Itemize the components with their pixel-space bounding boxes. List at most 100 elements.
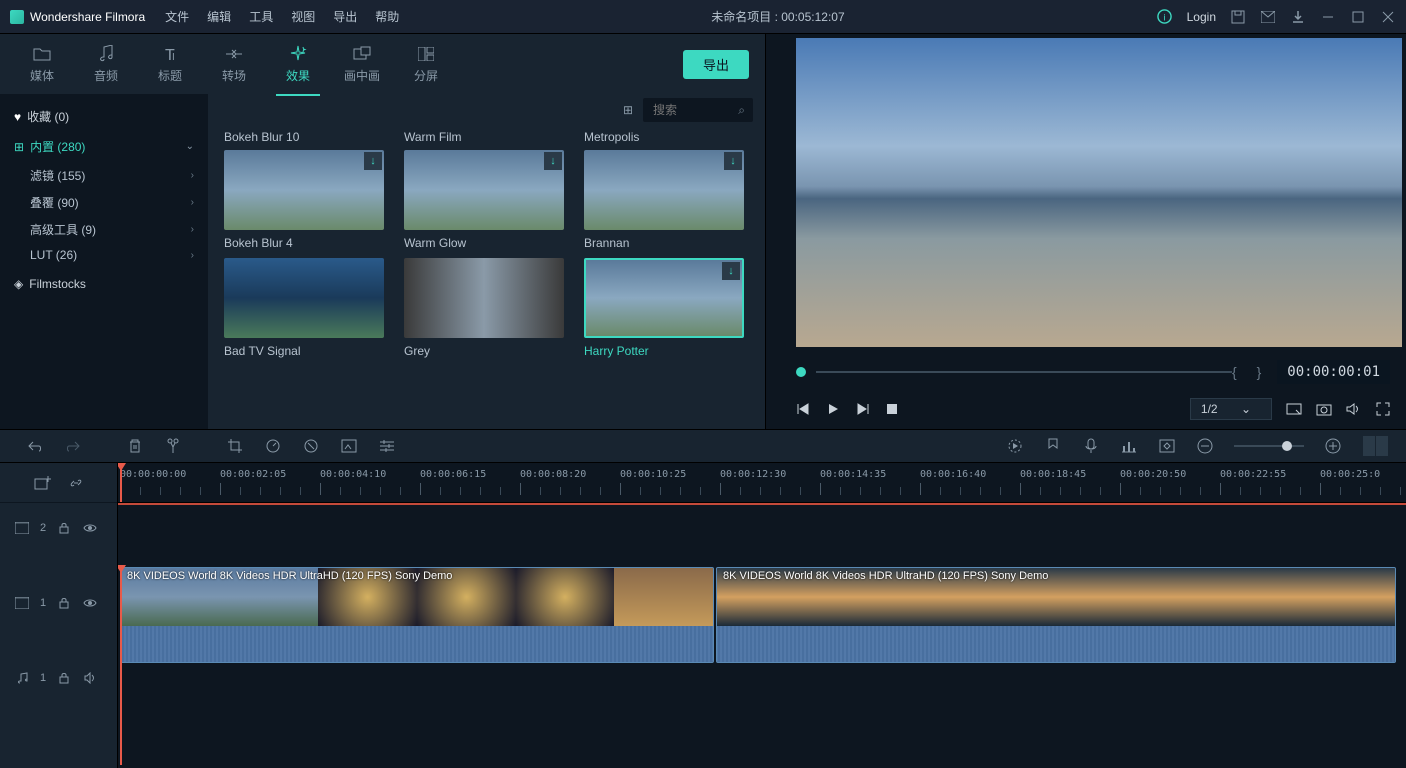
sidebar-item-overlay[interactable]: 叠覆 (90)›	[0, 189, 208, 216]
eye-icon[interactable]	[82, 520, 98, 536]
favorites-header[interactable]: ♥收藏 (0)	[0, 102, 208, 131]
lock-icon[interactable]	[56, 670, 72, 686]
stop-button[interactable]	[886, 402, 898, 416]
save-icon[interactable]	[1230, 9, 1246, 25]
effect-item[interactable]: Metropolis	[584, 130, 744, 144]
effect-item[interactable]: Grey	[404, 258, 564, 358]
filmstocks-link[interactable]: ◈Filmstocks	[0, 267, 208, 301]
close-button[interactable]	[1380, 9, 1396, 25]
zoom-select[interactable]: 1/2 ⌄	[1190, 398, 1272, 420]
track-a1[interactable]	[118, 675, 1406, 725]
speed-button[interactable]	[256, 434, 290, 458]
tracks-area[interactable]: 8K VIDEOS World 8K Videos HDR UltraHD (1…	[118, 505, 1406, 768]
track-headers: 2 1 1	[0, 463, 118, 768]
playhead[interactable]	[120, 463, 122, 502]
tab-effect[interactable]: 效果	[266, 45, 330, 84]
time-ruler[interactable]: 00:00:00:0000:00:02:0500:00:04:1000:00:0…	[118, 463, 1406, 503]
info-icon[interactable]: i	[1157, 9, 1173, 25]
tab-pip[interactable]: 画中画	[330, 45, 394, 84]
color-button[interactable]	[294, 434, 328, 458]
video-clip[interactable]: 8K VIDEOS World 8K Videos HDR UltraHD (1…	[716, 567, 1396, 663]
track-v1[interactable]: 8K VIDEOS World 8K Videos HDR UltraHD (1…	[118, 565, 1406, 665]
track-v2[interactable]	[118, 505, 1406, 555]
minimize-button[interactable]	[1320, 9, 1336, 25]
adjust-button[interactable]	[370, 434, 404, 458]
link-icon[interactable]	[68, 475, 84, 491]
effect-item[interactable]: Warm Film	[404, 130, 564, 144]
audio-mixer-button[interactable]	[1112, 434, 1146, 458]
undo-button[interactable]	[18, 434, 52, 458]
menu-view[interactable]: 视图	[291, 8, 315, 25]
tab-media[interactable]: 媒体	[10, 45, 74, 84]
next-frame-button[interactable]	[856, 402, 870, 416]
tab-transition[interactable]: 转场	[202, 45, 266, 84]
menu-tools[interactable]: 工具	[249, 8, 273, 25]
grid-view-icon[interactable]: ⊞	[623, 103, 633, 117]
eye-icon[interactable]	[82, 595, 98, 611]
download-badge-icon[interactable]: ↓	[364, 152, 382, 170]
speaker-icon[interactable]	[82, 670, 98, 686]
tab-audio[interactable]: 音频	[74, 45, 138, 84]
track-header-v2[interactable]: 2	[0, 503, 117, 553]
menu-export[interactable]: 导出	[333, 8, 357, 25]
redo-button[interactable]	[56, 434, 90, 458]
fullscreen-icon[interactable]	[1376, 402, 1390, 416]
sidebar-item-filter[interactable]: 滤镜 (155)›	[0, 162, 208, 189]
zoom-in-button[interactable]	[1316, 434, 1350, 458]
effect-item[interactable]: ↓Bokeh Blur 4	[224, 150, 384, 250]
video-clip[interactable]: 8K VIDEOS World 8K Videos HDR UltraHD (1…	[120, 567, 714, 663]
play-button[interactable]	[826, 402, 840, 416]
lock-icon[interactable]	[56, 520, 72, 536]
effect-item[interactable]: Bokeh Blur 10	[224, 130, 384, 144]
preview-monitor[interactable]	[796, 38, 1402, 347]
search-input[interactable]	[643, 98, 753, 122]
timeline-canvas[interactable]: 00:00:00:0000:00:02:0500:00:04:1000:00:0…	[118, 463, 1406, 768]
login-button[interactable]: Login	[1187, 10, 1216, 24]
track-header-tools	[0, 463, 117, 503]
effects-grid[interactable]: Bokeh Blur 10 Warm Film Metropolis ↓Boke…	[208, 126, 765, 429]
delete-button[interactable]	[118, 434, 152, 458]
tab-split[interactable]: 分屏	[394, 45, 458, 84]
prev-frame-button[interactable]	[796, 402, 810, 416]
pip-icon	[353, 45, 371, 63]
playhead-line[interactable]	[120, 565, 122, 765]
mail-icon[interactable]	[1260, 9, 1276, 25]
zoom-out-button[interactable]	[1188, 434, 1222, 458]
sidebar-item-advanced[interactable]: 高级工具 (9)›	[0, 216, 208, 243]
sidebar-item-lut[interactable]: LUT (26)›	[0, 243, 208, 267]
download-badge-icon[interactable]: ↓	[544, 152, 562, 170]
render-button[interactable]	[998, 434, 1032, 458]
menu-edit[interactable]: 编辑	[207, 8, 231, 25]
export-button[interactable]: 导出	[683, 50, 749, 79]
lock-icon[interactable]	[56, 595, 72, 611]
track-header-a1[interactable]: 1	[0, 653, 117, 703]
zoom-slider[interactable]	[1234, 445, 1304, 447]
record-button[interactable]	[1074, 434, 1108, 458]
view-toggle[interactable]	[1362, 436, 1388, 456]
snapshot-icon[interactable]	[1316, 402, 1332, 416]
menu-file[interactable]: 文件	[165, 8, 189, 25]
effect-item[interactable]: ↓Brannan	[584, 150, 744, 250]
playhead-dot[interactable]	[796, 367, 806, 377]
keyframe-button[interactable]	[1150, 434, 1184, 458]
maximize-button[interactable]	[1350, 9, 1366, 25]
effect-item[interactable]: Bad TV Signal	[224, 258, 384, 358]
volume-icon[interactable]	[1346, 402, 1362, 416]
menu-help[interactable]: 帮助	[375, 8, 399, 25]
preview-slider[interactable]	[816, 371, 1232, 373]
green-screen-button[interactable]	[332, 434, 366, 458]
download-badge-icon[interactable]: ↓	[722, 262, 740, 280]
marker-button[interactable]	[1036, 434, 1070, 458]
split-button[interactable]	[156, 434, 190, 458]
music-icon	[97, 45, 115, 63]
download-badge-icon[interactable]: ↓	[724, 152, 742, 170]
track-header-v1[interactable]: 1	[0, 553, 117, 653]
tab-title[interactable]: TI标题	[138, 45, 202, 84]
add-track-icon[interactable]	[34, 475, 52, 491]
quality-icon[interactable]	[1286, 402, 1302, 416]
builtin-category[interactable]: ⊞内置 (280) ⌄	[0, 131, 208, 162]
crop-button[interactable]	[218, 434, 252, 458]
effect-item[interactable]: ↓Warm Glow	[404, 150, 564, 250]
effect-item[interactable]: ↓Harry Potter	[584, 258, 744, 358]
download-icon[interactable]	[1290, 9, 1306, 25]
